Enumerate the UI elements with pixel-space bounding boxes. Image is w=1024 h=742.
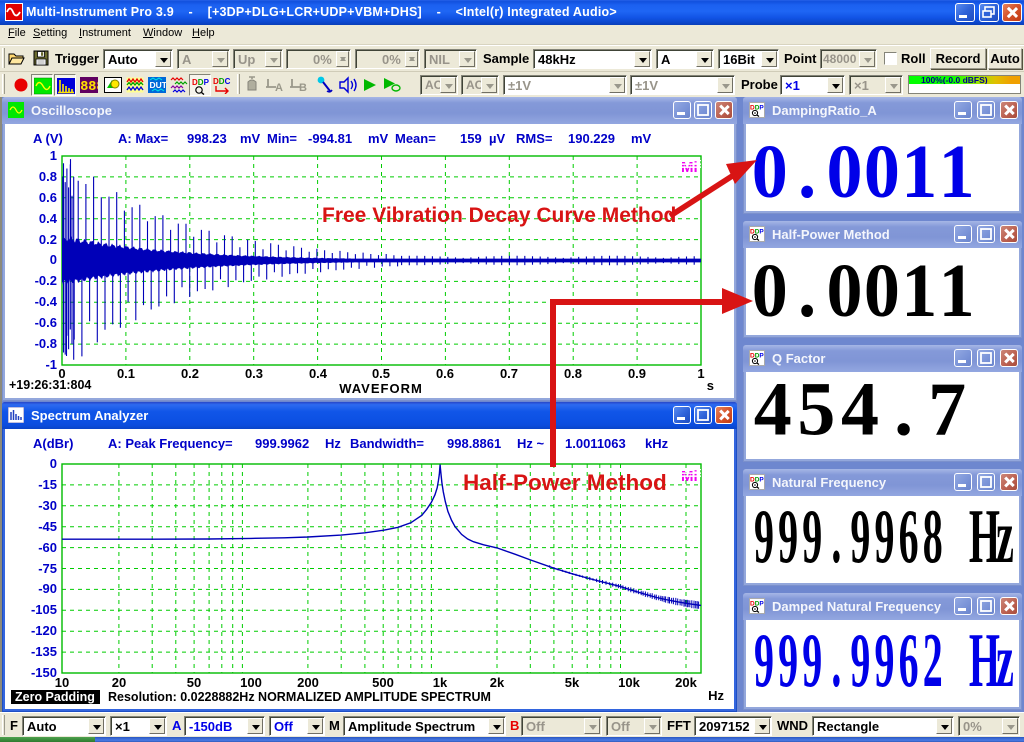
svg-text:1: 1 (50, 148, 57, 163)
svg-text:DDP: DDP (192, 78, 210, 87)
svg-text:WAVEFORM: WAVEFORM (339, 381, 423, 396)
svg-text:DDC: DDC (213, 77, 231, 86)
svg-text:888: 888 (80, 80, 98, 94)
svg-text:Hz ~: Hz ~ (517, 436, 545, 451)
svg-text:10k: 10k (618, 675, 640, 690)
svg-text:100: 100 (240, 675, 262, 690)
svg-text:-0.8: -0.8 (35, 336, 57, 351)
svg-text:2k: 2k (490, 675, 505, 690)
svg-text:0.6: 0.6 (436, 366, 454, 381)
svg-text:1k: 1k (433, 675, 448, 690)
svg-text:-994.81: -994.81 (308, 131, 352, 146)
svg-text:mV: mV (240, 131, 261, 146)
svg-text:A: A (275, 82, 283, 92)
svg-text:-30: -30 (38, 498, 57, 513)
svg-text:µV: µV (489, 131, 505, 146)
svg-text:DDP: DDP (750, 353, 764, 360)
svg-text:A: Peak Frequency=: A: Peak Frequency= (108, 436, 233, 451)
svg-text:DDP: DDP (750, 601, 764, 608)
svg-text:998.23: 998.23 (187, 131, 227, 146)
svg-text:A: Max=: A: Max= (118, 131, 169, 146)
svg-text:-105: -105 (31, 602, 57, 617)
svg-text:-45: -45 (38, 519, 57, 534)
svg-text:DDP: DDP (750, 229, 764, 236)
svg-text:10: 10 (55, 675, 69, 690)
svg-text:0.8: 0.8 (564, 366, 582, 381)
svg-text:998.8861: 998.8861 (447, 436, 501, 451)
svg-text:500: 500 (372, 675, 394, 690)
svg-text:Resolution: 0.0228882Hz NORMAL: Resolution: 0.0228882Hz NORMALIZED AMPLI… (108, 690, 491, 704)
svg-text:-0.2: -0.2 (35, 273, 57, 288)
svg-text:-90: -90 (38, 581, 57, 596)
svg-text:mV: mV (368, 131, 389, 146)
svg-text:Mean=: Mean= (395, 131, 436, 146)
svg-text:20k: 20k (675, 675, 697, 690)
svg-text:200: 200 (297, 675, 319, 690)
svg-text:999.9962: 999.9962 (255, 436, 309, 451)
svg-text:DDP: DDP (750, 477, 764, 484)
svg-text:kHz: kHz (645, 436, 669, 451)
svg-text:A (V): A (V) (33, 131, 63, 146)
svg-text:Hz: Hz (325, 436, 341, 451)
svg-text:Min=: Min= (267, 131, 297, 146)
svg-text:0.4: 0.4 (309, 366, 328, 381)
svg-text:-120: -120 (31, 623, 57, 638)
svg-text:B: B (299, 82, 307, 92)
svg-text:0.2: 0.2 (181, 366, 199, 381)
svg-text:-135: -135 (31, 644, 57, 659)
svg-text:A(dBr): A(dBr) (33, 436, 73, 451)
svg-text:mV: mV (631, 131, 652, 146)
svg-text:-150: -150 (31, 665, 57, 680)
svg-text:Zero Padding: Zero Padding (15, 690, 95, 704)
svg-text:RMS=: RMS= (516, 131, 553, 146)
svg-text:+19:26:31:804: +19:26:31:804 (9, 378, 91, 392)
svg-text:-60: -60 (38, 540, 57, 555)
svg-text:Hz: Hz (708, 688, 724, 703)
svg-text:DUT: DUT (150, 80, 167, 90)
svg-text:1: 1 (697, 366, 704, 381)
svg-text:50: 50 (187, 675, 201, 690)
svg-text:0: 0 (50, 456, 57, 471)
svg-text:5k: 5k (565, 675, 580, 690)
svg-text:0.1: 0.1 (117, 366, 135, 381)
svg-text:DDP: DDP (750, 105, 764, 112)
svg-text:0.5: 0.5 (372, 366, 390, 381)
svg-text:-0.6: -0.6 (35, 315, 57, 330)
svg-text:190.229: 190.229 (568, 131, 615, 146)
svg-text:20: 20 (112, 675, 126, 690)
svg-text:-75: -75 (38, 561, 57, 576)
svg-text:0.6: 0.6 (39, 190, 57, 205)
svg-text:0.4: 0.4 (39, 211, 58, 226)
svg-text:0.9: 0.9 (628, 366, 646, 381)
svg-text:0.2: 0.2 (39, 232, 57, 247)
svg-text:-1: -1 (45, 357, 57, 372)
svg-text:159: 159 (460, 131, 482, 146)
svg-text:-0.4: -0.4 (35, 294, 58, 309)
svg-text:Bandwidth=: Bandwidth= (350, 436, 424, 451)
svg-text:1.0011063: 1.0011063 (565, 436, 626, 451)
svg-text:s: s (707, 378, 714, 393)
svg-text:0.3: 0.3 (245, 366, 263, 381)
svg-text:0.7: 0.7 (500, 366, 518, 381)
svg-text:-15: -15 (38, 477, 57, 492)
svg-text:0: 0 (50, 252, 57, 267)
svg-text:0.8: 0.8 (39, 169, 57, 184)
